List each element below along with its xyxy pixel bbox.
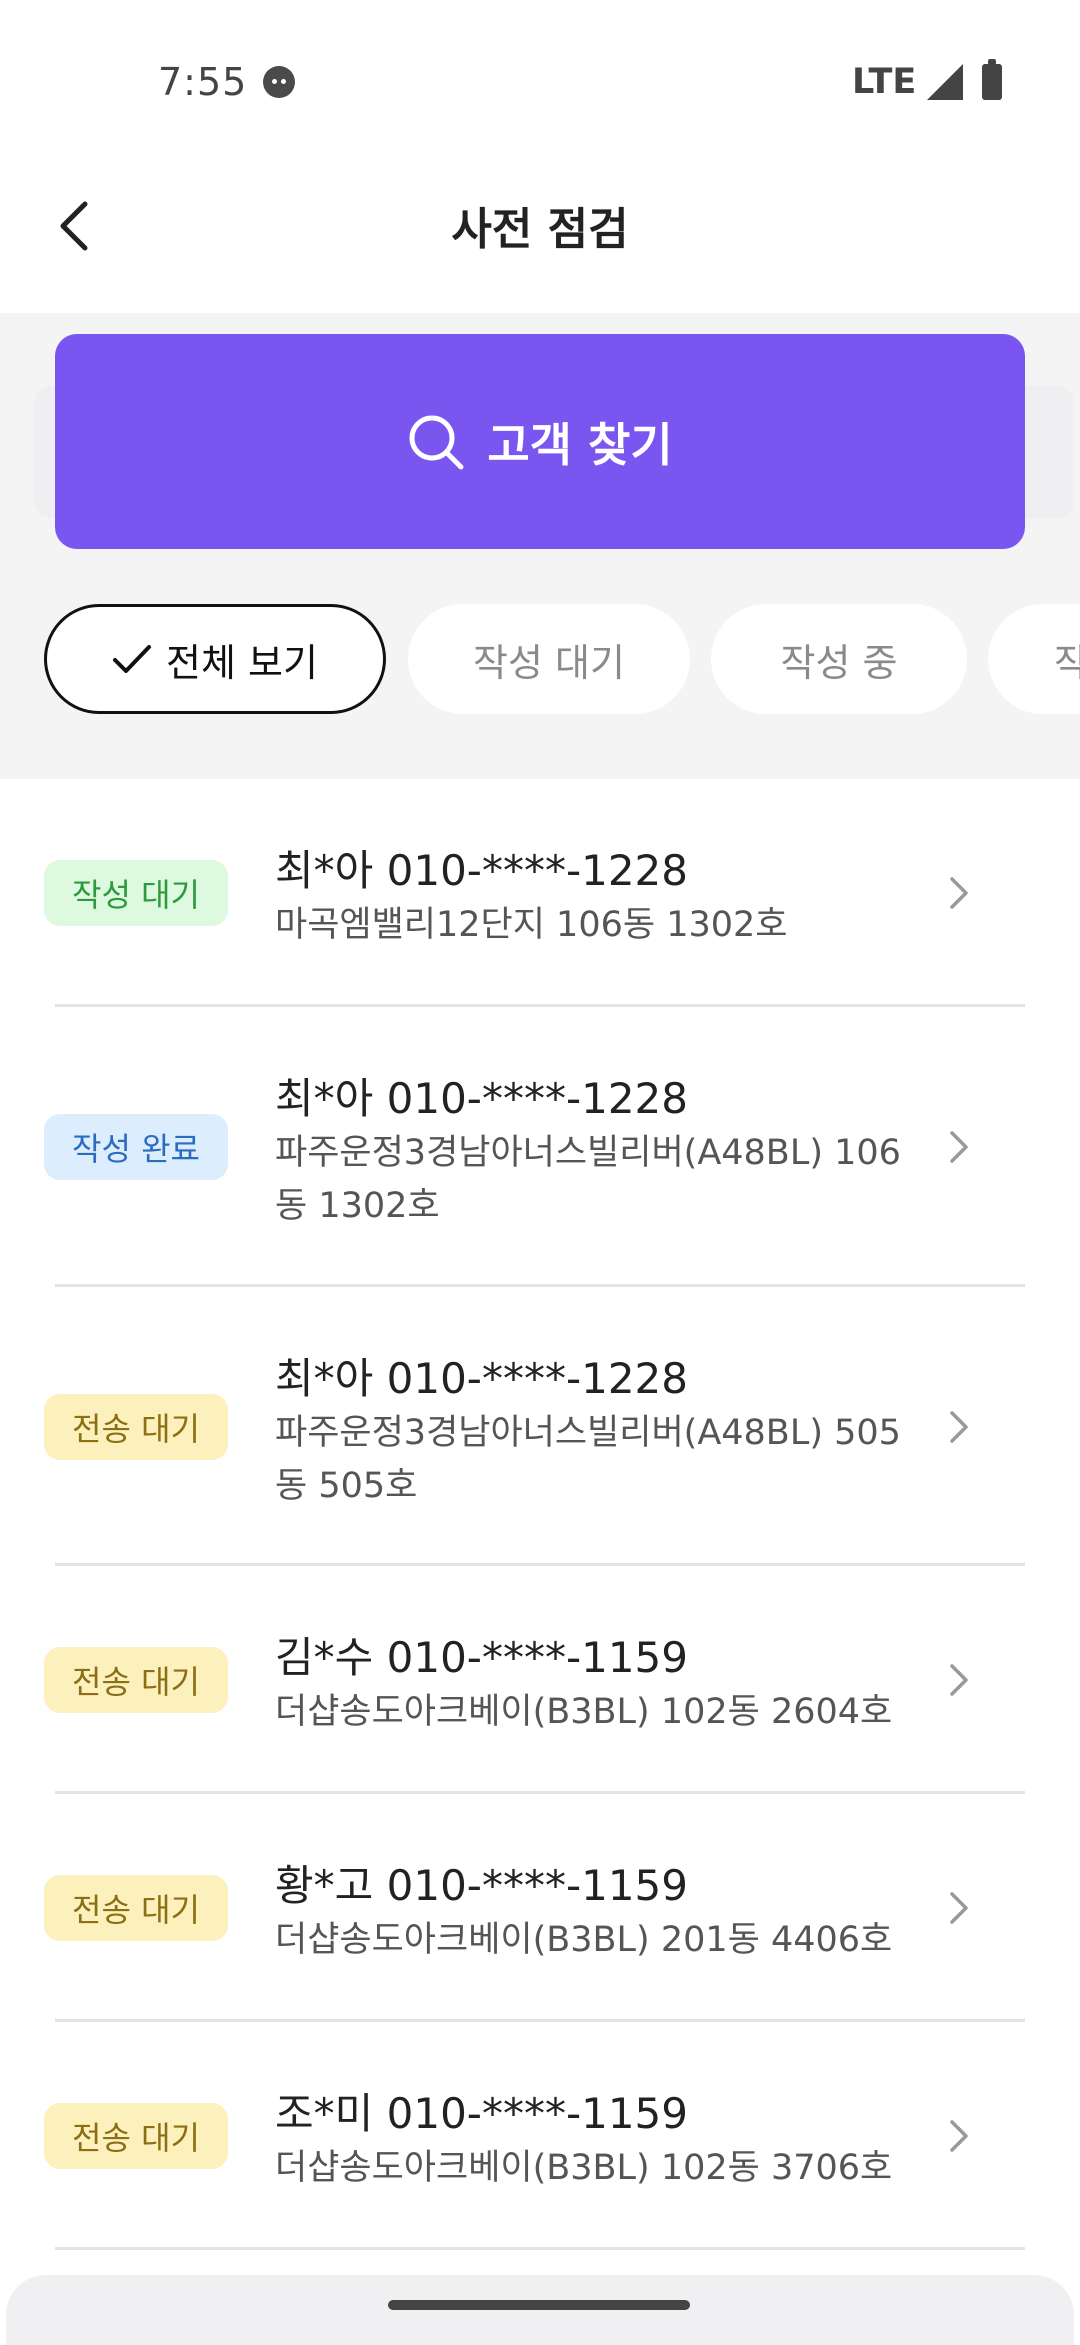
chevron-right-icon <box>950 877 968 909</box>
filter-chip-label: 작 <box>1054 640 1080 685</box>
find-customer-button[interactable]: 고객 찾기 <box>55 334 1025 549</box>
customer-title: 조*미 010-****-1159 <box>275 2089 688 2138</box>
customer-address: 더샵송도아크베이(B3BL) 102동 2604호 <box>275 1692 893 1732</box>
chevron-right-icon <box>950 1664 968 1696</box>
find-customer-label: 고객 찾기 <box>487 417 673 472</box>
filter-chip-more[interactable]: 작 <box>988 604 1080 714</box>
status-badge: 작성 대기 <box>44 860 228 926</box>
home-indicator[interactable] <box>388 2300 690 2310</box>
filter-chip-label: 전체 보기 <box>166 640 318 685</box>
filter-chip-label: 작성 대기 <box>473 640 625 685</box>
customer-address: 파주운정3경남아너스빌리버(A48BL) 505동 505호 <box>275 1413 901 1506</box>
customer-row[interactable]: 전송 대기 김*수 010-****-1159 더샵송도아크베이(B3BL) 1… <box>0 1566 1080 1794</box>
filter-chip-label: 작성 중 <box>780 640 898 685</box>
chevron-right-icon <box>950 1131 968 1163</box>
network-type: LTE <box>852 62 917 102</box>
customer-row[interactable]: 전송 대기 최*아 010-****-1228 파주운정3경남아너스빌리버(A4… <box>0 1287 1080 1566</box>
filter-chips: 전체 보기 작성 대기 작성 중 작 <box>0 604 1080 716</box>
chevron-right-icon <box>950 1892 968 1924</box>
customer-address: 마곡엠밸리12단지 106동 1302호 <box>275 905 788 945</box>
customer-row[interactable]: 전송 대기 황*고 010-****-1159 더샵송도아크베이(B3BL) 2… <box>0 1794 1080 2022</box>
customer-address: 파주운정3경남아너스빌리버(A48BL) 106동 1302호 <box>275 1133 901 1226</box>
customer-row[interactable]: 작성 완료 최*아 010-****-1228 파주운정3경남아너스빌리버(A4… <box>0 1007 1080 1287</box>
customer-row[interactable]: 전송 대기 조*미 010-****-1159 더샵송도아크베이(B3BL) 1… <box>0 2022 1080 2250</box>
customer-address: 더샵송도아크베이(B3BL) 102동 3706호 <box>275 2148 893 2188</box>
filter-chip-waiting[interactable]: 작성 대기 <box>408 604 690 714</box>
status-bar: 7:55 LTE <box>0 0 1080 165</box>
customer-list: 작성 대기 최*아 010-****-1228 마곡엠밸리12단지 106동 1… <box>0 779 1080 2250</box>
status-time: 7:55 <box>158 60 248 104</box>
customer-title: 황*고 010-****-1159 <box>275 1861 688 1910</box>
filter-chip-all[interactable]: 전체 보기 <box>44 604 386 714</box>
app-bar: 사전 점검 <box>0 165 1080 313</box>
face-icon <box>263 66 295 98</box>
customer-title: 최*아 010-****-1228 <box>275 1354 688 1403</box>
check-icon <box>113 645 152 673</box>
signal-icon <box>927 64 963 100</box>
customer-address: 더샵송도아크베이(B3BL) 201동 4406호 <box>275 1920 893 1960</box>
customer-title: 최*아 010-****-1228 <box>275 846 688 895</box>
customer-title: 최*아 010-****-1228 <box>275 1074 688 1123</box>
gesture-bar <box>6 2275 1074 2345</box>
filter-chip-in-progress[interactable]: 작성 중 <box>711 604 967 714</box>
search-icon <box>409 415 464 469</box>
search-filter-section: 고객 찾기 전체 보기 작성 대기 작성 중 작 <box>0 313 1080 779</box>
status-badge: 전송 대기 <box>44 1647 228 1713</box>
page-title: 사전 점검 <box>451 204 629 255</box>
customer-row[interactable]: 작성 대기 최*아 010-****-1228 마곡엠밸리12단지 106동 1… <box>0 779 1080 1007</box>
status-badge: 전송 대기 <box>44 2103 228 2169</box>
battery-icon <box>982 59 1002 100</box>
status-badge: 전송 대기 <box>44 1394 228 1460</box>
chevron-right-icon <box>950 2120 968 2152</box>
status-badge: 작성 완료 <box>44 1114 228 1180</box>
divider <box>55 2247 1025 2250</box>
status-badge: 전송 대기 <box>44 1875 228 1941</box>
chevron-right-icon <box>950 1411 968 1443</box>
customer-title: 김*수 010-****-1159 <box>275 1633 688 1682</box>
